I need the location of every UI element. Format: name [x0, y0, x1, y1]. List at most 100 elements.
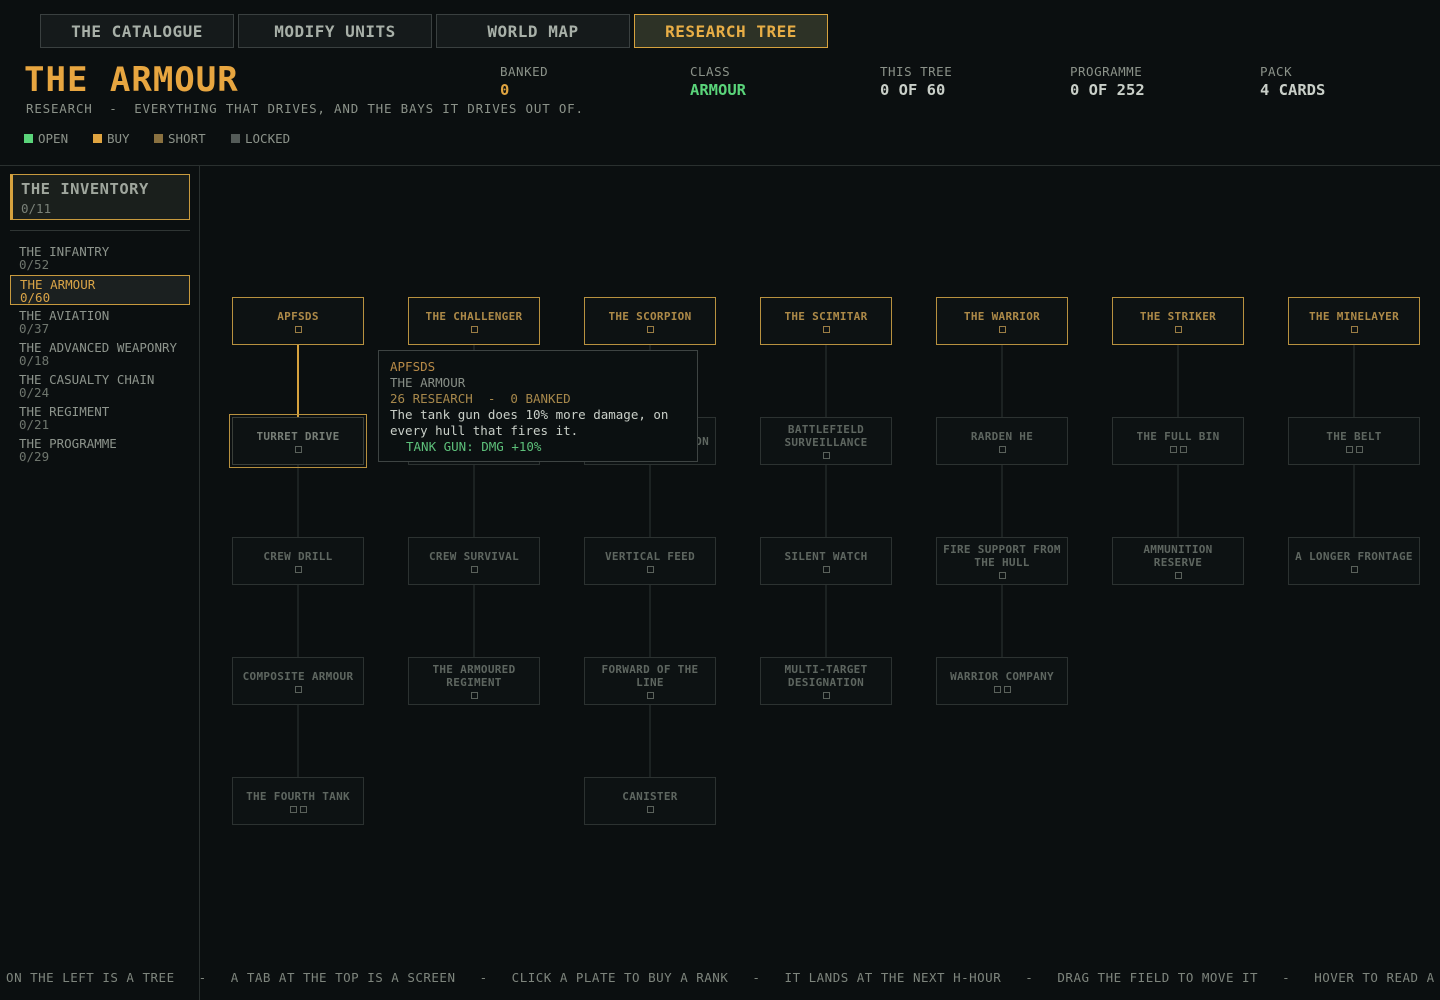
- node-label: CREW SURVIVAL: [429, 549, 519, 563]
- rank-pip: [1350, 565, 1358, 573]
- sidebar-item-count: 0/52: [19, 257, 50, 272]
- research-node-the-full-bin[interactable]: THE FULL BIN: [1112, 417, 1244, 465]
- state-legend: OPEN BUY SHORT LOCKED: [24, 131, 324, 147]
- rank-pip: [822, 565, 830, 573]
- stat-value: 4 CARDS: [1260, 81, 1326, 99]
- rank-pip: [294, 565, 302, 573]
- rank-pip: [1345, 445, 1353, 453]
- rank-pip: [822, 325, 830, 333]
- stat-programme: PROGRAMME 0 OF 252: [1070, 64, 1145, 99]
- research-node-the-minelayer[interactable]: THE MINELAYER: [1288, 297, 1420, 345]
- node-label: THE ARMOURED REGIMENT: [432, 663, 516, 689]
- research-node-fire-support-from-the-hull[interactable]: FIRE SUPPORT FROM THE HULL: [936, 537, 1068, 585]
- research-node-the-belt[interactable]: THE BELT: [1288, 417, 1420, 465]
- sidebar-item-the-casualty-chain[interactable]: THE CASUALTY CHAIN 0/24: [10, 371, 190, 401]
- sidebar-item-the-regiment[interactable]: THE REGIMENT 0/21: [10, 403, 190, 433]
- sidebar-item-the-advanced-weaponry[interactable]: THE ADVANCED WEAPONRY 0/18: [10, 339, 190, 369]
- hint-ticker: 3 ON THE LEFT IS A TREE - A TAB AT THE T…: [0, 970, 1440, 988]
- research-node-ammunition-reserve[interactable]: AMMUNITION RESERVE: [1112, 537, 1244, 585]
- node-label: AMMUNITION RESERVE: [1143, 543, 1213, 569]
- rank-pip: [294, 325, 302, 333]
- rank-pips: [1345, 445, 1363, 453]
- stat-value: ARMOUR: [690, 81, 746, 99]
- rank-pip: [998, 572, 1006, 579]
- rank-pip: [470, 565, 478, 573]
- rank-pips: [1174, 572, 1182, 579]
- research-node-crew-survival[interactable]: CREW SURVIVAL: [408, 537, 540, 585]
- node-label: MULTI-TARGET DESIGNATION: [784, 663, 868, 689]
- research-node-composite-armour[interactable]: COMPOSITE ARMOUR: [232, 657, 364, 705]
- research-node-rarden-he[interactable]: RARDEN HE: [936, 417, 1068, 465]
- research-node-the-armoured-regiment[interactable]: THE ARMOURED REGIMENT: [408, 657, 540, 705]
- legend-open: OPEN: [24, 131, 68, 146]
- node-label: TURRET DRIVE: [256, 429, 340, 443]
- rank-pips: [1174, 325, 1182, 333]
- rank-pips: [646, 325, 654, 333]
- rank-pip: [998, 445, 1006, 453]
- rank-pip: [1003, 685, 1011, 693]
- node-label: CANISTER: [622, 789, 678, 803]
- research-node-canister[interactable]: CANISTER: [584, 777, 716, 825]
- rank-pips: [1350, 565, 1358, 573]
- sidebar-item-count: 0/60: [20, 290, 51, 305]
- sidebar-item-count: 0/37: [19, 321, 50, 336]
- sidebar-item-the-infantry[interactable]: THE INFANTRY 0/52: [10, 243, 190, 273]
- rank-pip: [1169, 445, 1177, 453]
- rank-pips: [822, 692, 830, 699]
- sidebar-item-count: 0/29: [19, 449, 50, 464]
- rank-pip: [822, 692, 830, 699]
- node-label: THE FOURTH TANK: [246, 789, 350, 803]
- node-label: SILENT WATCH: [784, 549, 868, 563]
- research-node-multi-target-designation[interactable]: MULTI-TARGET DESIGNATION: [760, 657, 892, 705]
- node-tooltip: APFSDS THE ARMOUR 26 RESEARCH - 0 BANKED…: [378, 350, 698, 462]
- rank-pips: [822, 565, 830, 573]
- research-node-the-scorpion[interactable]: THE SCORPION: [584, 297, 716, 345]
- research-node-the-striker[interactable]: THE STRIKER: [1112, 297, 1244, 345]
- rank-pip: [294, 685, 302, 693]
- research-node-the-fourth-tank[interactable]: THE FOURTH TANK: [232, 777, 364, 825]
- tab-catalogue[interactable]: THE CATALOGUE: [40, 14, 234, 48]
- rank-pips: [1350, 325, 1358, 333]
- legend-label: BUY: [107, 131, 130, 146]
- node-label: WARRIOR COMPANY: [950, 669, 1054, 683]
- research-node-vertical-feed[interactable]: VERTICAL FEED: [584, 537, 716, 585]
- rank-pip: [646, 565, 654, 573]
- research-node-forward-of-the-line[interactable]: FORWARD OF THE LINE: [584, 657, 716, 705]
- rank-pips: [822, 325, 830, 333]
- research-node-a-longer-frontage[interactable]: A LONGER FRONTAGE: [1288, 537, 1420, 585]
- research-node-apfsds[interactable]: APFSDS: [232, 297, 364, 345]
- rank-pips: [289, 805, 307, 813]
- research-node-crew-drill[interactable]: CREW DRILL: [232, 537, 364, 585]
- legend-label: SHORT: [168, 131, 206, 146]
- legend-swatch-open: [24, 134, 33, 143]
- sidebar-item-the-aviation[interactable]: THE AVIATION 0/37: [10, 307, 190, 337]
- research-node-the-warrior[interactable]: THE WARRIOR: [936, 297, 1068, 345]
- legend-locked: LOCKED: [231, 131, 290, 146]
- research-node-silent-watch[interactable]: SILENT WATCH: [760, 537, 892, 585]
- rank-pips: [294, 685, 302, 693]
- sidebar-inventory[interactable]: THE INVENTORY 0/11: [10, 174, 190, 220]
- node-label: APFSDS: [277, 309, 319, 323]
- rank-pip: [470, 692, 478, 699]
- research-node-the-challenger[interactable]: THE CHALLENGER: [408, 297, 540, 345]
- research-node-warrior-company[interactable]: WARRIOR COMPANY: [936, 657, 1068, 705]
- research-tree-field[interactable]: APFSDS TURRET DRIVE CREW DRILL COMPOSITE AR…: [200, 166, 1440, 966]
- rank-pips: [822, 452, 830, 459]
- rank-pip: [1174, 572, 1182, 579]
- research-node-the-scimitar[interactable]: THE SCIMITAR: [760, 297, 892, 345]
- sidebar-item-the-armour[interactable]: THE ARMOUR 0/60: [10, 275, 190, 305]
- sidebar-item-the-programme[interactable]: THE PROGRAMME 0/29: [10, 435, 190, 465]
- research-node-battlefield-surveillance[interactable]: BATTLEFIELD SURVEILLANCE: [760, 417, 892, 465]
- rank-pips: [470, 325, 478, 333]
- rank-pip: [993, 685, 1001, 693]
- stat-label: CLASS: [690, 64, 731, 79]
- tooltip-tree: THE ARMOUR: [390, 375, 466, 390]
- tab-world-map[interactable]: WORLD MAP: [436, 14, 630, 48]
- legend-swatch-short: [154, 134, 163, 143]
- stat-banked: BANKED 0: [500, 64, 548, 99]
- tree-sidebar: THE INVENTORY 0/11 THE INFANTRY 0/52 THE A…: [0, 166, 200, 1000]
- tab-research-tree[interactable]: RESEARCH TREE: [634, 14, 828, 48]
- stats-bar: BANKED 0 CLASS ARMOUR THIS TREE 0 OF 60 …: [0, 64, 1440, 104]
- tab-modify-units[interactable]: MODIFY UNITS: [238, 14, 432, 48]
- research-node-turret-drive[interactable]: TURRET DRIVE: [229, 414, 367, 468]
